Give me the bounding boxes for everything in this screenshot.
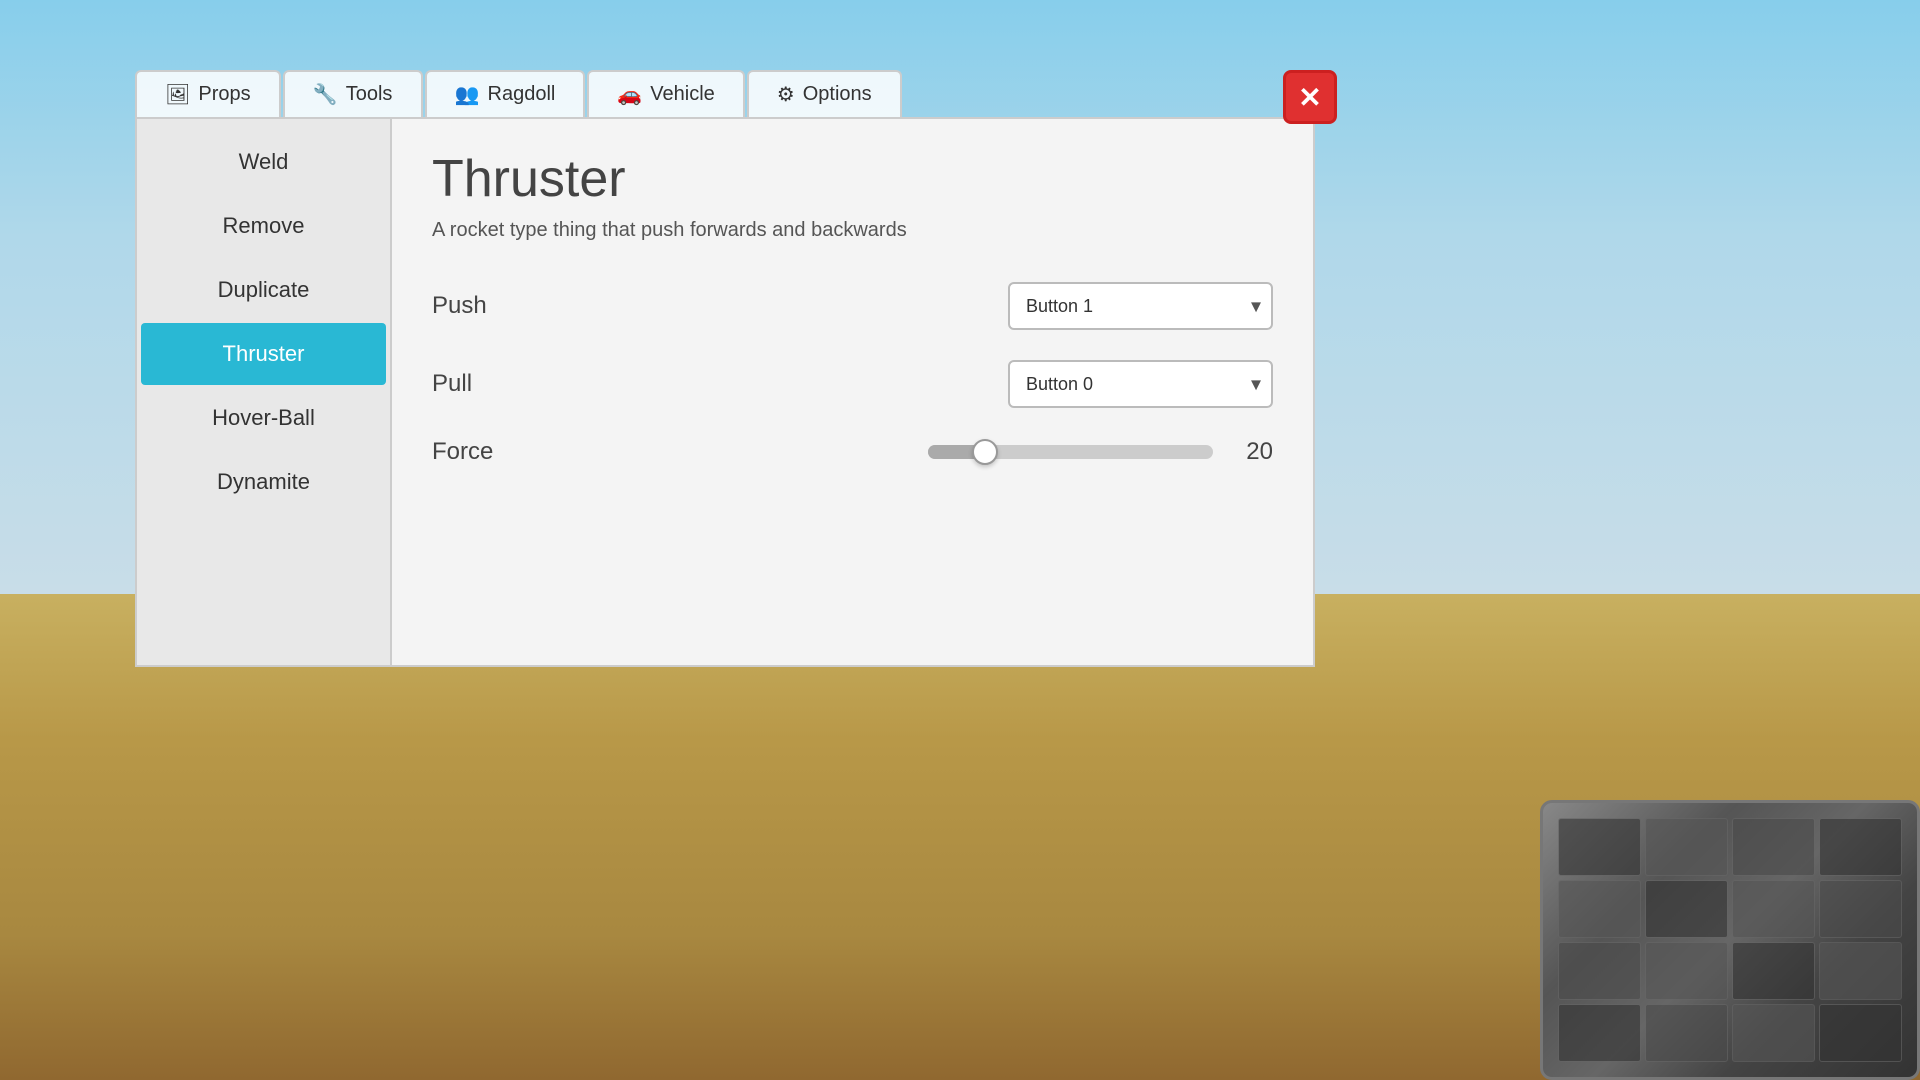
pull-control-row: Pull Button 0 Button 1 Button 2 Button 3… <box>432 360 1273 408</box>
mech-cell <box>1819 942 1902 1000</box>
push-dropdown-wrapper: Button 0 Button 1 Button 2 Button 3 ▾ <box>1008 282 1273 330</box>
pull-dropdown-wrapper: Button 0 Button 1 Button 2 Button 3 ▾ <box>1008 360 1273 408</box>
mech-cell <box>1732 880 1815 938</box>
sidebar-item-weld[interactable]: Weld <box>141 131 386 193</box>
vehicle-icon: 🚗 <box>617 82 642 107</box>
force-value: 20 <box>1233 438 1273 466</box>
tab-options[interactable]: ⚙ Options <box>747 70 902 117</box>
mech-cell <box>1819 1004 1902 1062</box>
game-object-display <box>1420 700 1920 1080</box>
mech-cell <box>1645 1004 1728 1062</box>
mech-cell <box>1732 1004 1815 1062</box>
main-panel: 🖼 Props 🔧 Tools 👥 Ragdoll 🚗 Vehicle ⚙ Op… <box>135 70 1315 667</box>
tab-tools[interactable]: 🔧 Tools <box>283 70 423 117</box>
sidebar-item-dynamite[interactable]: Dynamite <box>141 451 386 513</box>
tab-ragdoll[interactable]: 👥 Ragdoll <box>425 70 586 117</box>
content-area: Weld Remove Duplicate Thruster Hover-Bal… <box>135 117 1315 667</box>
push-dropdown[interactable]: Button 0 Button 1 Button 2 Button 3 <box>1008 282 1273 330</box>
sidebar-item-duplicate[interactable]: Duplicate <box>141 259 386 321</box>
tool-content: Thruster A rocket type thing that push f… <box>392 119 1313 665</box>
mech-grid <box>1558 818 1902 1062</box>
close-icon: ✕ <box>1298 81 1321 114</box>
sidebar-item-thruster[interactable]: Thruster <box>141 323 386 385</box>
mech-cell <box>1645 942 1728 1000</box>
sidebar-item-remove[interactable]: Remove <box>141 195 386 257</box>
sidebar: Weld Remove Duplicate Thruster Hover-Bal… <box>137 119 392 665</box>
options-icon: ⚙ <box>777 82 795 107</box>
force-label: Force <box>432 438 632 466</box>
tools-icon: 🔧 <box>313 82 338 107</box>
mech-body <box>1540 800 1920 1080</box>
tab-vehicle[interactable]: 🚗 Vehicle <box>587 70 744 117</box>
content-description: A rocket type thing that push forwards a… <box>432 219 1273 242</box>
mech-cell <box>1819 880 1902 938</box>
push-label: Push <box>432 292 632 320</box>
mech-cell <box>1732 942 1815 1000</box>
mech-cell <box>1645 818 1728 876</box>
push-control-row: Push Button 0 Button 1 Button 2 Button 3… <box>432 282 1273 330</box>
mech-cell <box>1558 942 1641 1000</box>
force-slider-thumb[interactable] <box>972 439 998 465</box>
content-title: Thruster <box>432 149 1273 209</box>
force-control-row: Force 20 <box>432 438 1273 466</box>
mech-cell <box>1558 1004 1641 1062</box>
force-slider-container: 20 <box>928 438 1273 466</box>
tab-props[interactable]: 🖼 Props <box>135 70 281 117</box>
pull-label: Pull <box>432 370 632 398</box>
pull-dropdown[interactable]: Button 0 Button 1 Button 2 Button 3 <box>1008 360 1273 408</box>
tab-bar: 🖼 Props 🔧 Tools 👥 Ragdoll 🚗 Vehicle ⚙ Op… <box>135 70 1315 117</box>
mech-cell <box>1645 880 1728 938</box>
mech-cell <box>1558 818 1641 876</box>
mech-cell <box>1732 818 1815 876</box>
ragdoll-icon: 👥 <box>455 82 480 107</box>
props-icon: 🖼 <box>165 82 190 107</box>
mech-cell <box>1819 818 1902 876</box>
mech-cell <box>1558 880 1641 938</box>
sidebar-item-hover-ball[interactable]: Hover-Ball <box>141 387 386 449</box>
close-button[interactable]: ✕ <box>1283 70 1337 124</box>
force-slider-track[interactable] <box>928 445 1213 459</box>
